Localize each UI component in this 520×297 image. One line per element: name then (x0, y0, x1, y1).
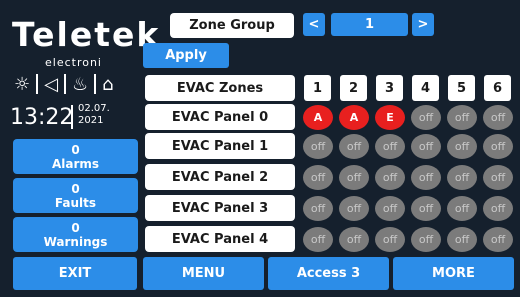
alarms-label: Alarms (51, 156, 100, 171)
door-icon: ⌂ (102, 73, 114, 95)
zone-cell-3-4[interactable]: off (411, 196, 441, 221)
brand-logo: Teletek (12, 15, 161, 54)
evac-panel-0[interactable]: EVAC Panel 0 (145, 104, 295, 130)
faults-counter[interactable]: 0 Faults (13, 178, 138, 213)
divider (36, 74, 39, 94)
zone-cell-3-3[interactable]: off (375, 196, 405, 221)
evac-panel-3[interactable]: EVAC Panel 3 (145, 195, 295, 221)
divider (63, 74, 66, 94)
zone-cell-2-4[interactable]: off (411, 165, 441, 190)
zone-header-3: 3 (376, 75, 403, 101)
sun-icon: ☼ (14, 73, 31, 95)
zone-cell-3-6[interactable]: off (483, 196, 513, 221)
evac-zones-header: EVAC Zones (145, 75, 295, 101)
warnings-count: 0 (71, 220, 80, 235)
zone-cell-2-3[interactable]: off (375, 165, 405, 190)
alarms-count: 0 (71, 142, 80, 157)
exit-button[interactable]: EXIT (13, 257, 137, 290)
zone-cell-0-5[interactable]: off (447, 105, 477, 130)
zone-cell-3-2[interactable]: off (339, 196, 369, 221)
apply-button[interactable]: Apply (143, 43, 229, 68)
faults-label: Faults (54, 195, 97, 210)
zone-cell-4-4[interactable]: off (411, 227, 441, 252)
zone-group-label: Zone Group (170, 13, 294, 38)
clock-date-year: 2021 (78, 115, 104, 126)
zone-header-2: 2 (340, 75, 367, 101)
more-button[interactable]: MORE (393, 257, 514, 290)
warnings-label: Warnings (43, 234, 108, 249)
zone-cell-2-1[interactable]: off (303, 165, 333, 190)
zone-cell-0-2[interactable]: A (339, 105, 369, 130)
zone-cell-4-5[interactable]: off (447, 227, 477, 252)
alarms-counter[interactable]: 0 Alarms (13, 139, 138, 174)
zone-cell-2-2[interactable]: off (339, 165, 369, 190)
zone-cell-0-3[interactable]: E (375, 105, 405, 130)
zone-cell-4-2[interactable]: off (339, 227, 369, 252)
faults-count: 0 (71, 181, 80, 196)
speaker-icon: ◁ (44, 73, 58, 95)
warnings-counter[interactable]: 0 Warnings (13, 217, 138, 252)
zone-cell-4-1[interactable]: off (303, 227, 333, 252)
zone-header-4: 4 (412, 75, 439, 101)
zone-cell-1-6[interactable]: off (483, 134, 513, 159)
zone-cell-2-5[interactable]: off (447, 165, 477, 190)
clock-date-day: 02.07. (78, 103, 110, 114)
zone-cell-0-4[interactable]: off (411, 105, 441, 130)
next-group-button[interactable]: > (412, 13, 434, 36)
zone-header-1: 1 (304, 75, 331, 101)
zone-cell-1-1[interactable]: off (303, 134, 333, 159)
menu-button[interactable]: MENU (143, 257, 264, 290)
zone-cell-1-4[interactable]: off (411, 134, 441, 159)
zone-cell-0-1[interactable]: A (303, 105, 333, 130)
zone-header-6: 6 (484, 75, 511, 101)
zone-cell-1-2[interactable]: off (339, 134, 369, 159)
status-icons: ☼ ◁ ♨ ⌂ (14, 72, 139, 96)
divider (71, 105, 73, 129)
zone-cell-1-5[interactable]: off (447, 134, 477, 159)
evac-panel-2[interactable]: EVAC Panel 2 (145, 164, 295, 190)
zone-cell-4-3[interactable]: off (375, 227, 405, 252)
evac-panel-4[interactable]: EVAC Panel 4 (145, 226, 295, 252)
divider (94, 74, 97, 94)
brand-subtitle: electroni (45, 56, 102, 69)
zone-cell-2-6[interactable]: off (483, 165, 513, 190)
zone-cell-4-6[interactable]: off (483, 227, 513, 252)
clock-time: 13:22 (10, 105, 74, 130)
flame-icon: ♨ (71, 73, 89, 95)
zone-header-5: 5 (448, 75, 475, 101)
zone-cell-3-5[interactable]: off (447, 196, 477, 221)
zone-cell-0-6[interactable]: off (483, 105, 513, 130)
access-level-button[interactable]: Access 3 (268, 257, 389, 290)
zone-cell-1-3[interactable]: off (375, 134, 405, 159)
zone-cell-3-1[interactable]: off (303, 196, 333, 221)
evac-panel-1[interactable]: EVAC Panel 1 (145, 133, 295, 159)
clock-date: 02.07. 2021 (78, 103, 110, 127)
group-value: 1 (331, 13, 408, 36)
prev-group-button[interactable]: < (303, 13, 325, 36)
